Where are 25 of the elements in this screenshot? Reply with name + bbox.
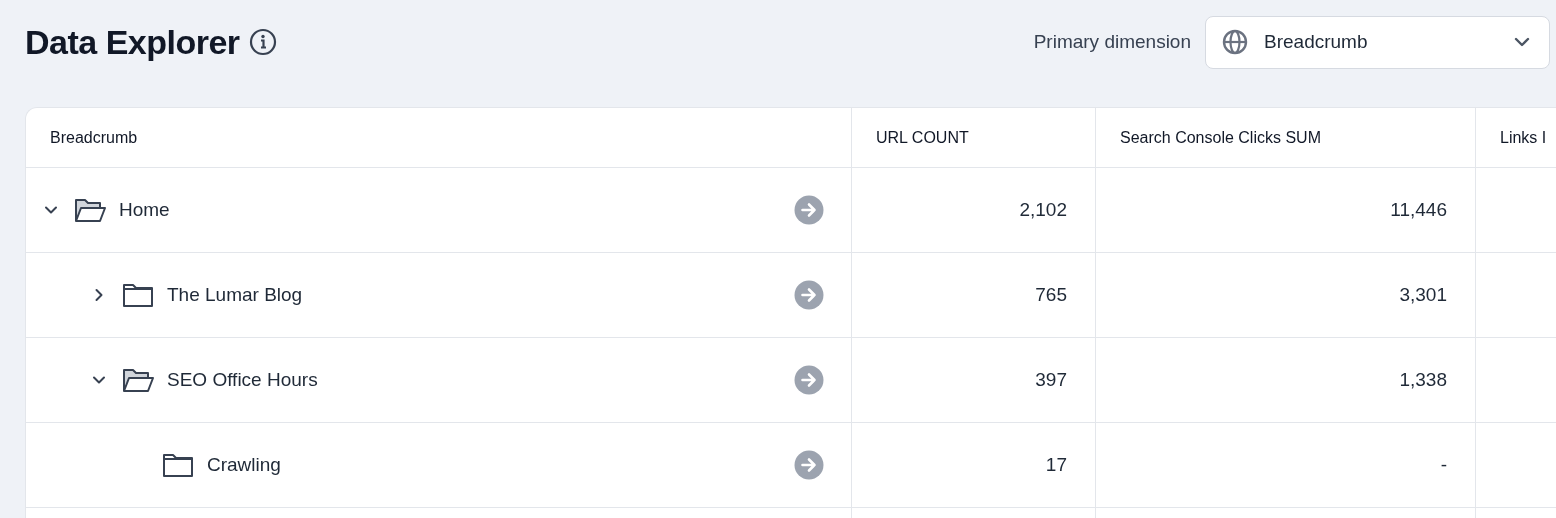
open-folder-icon bbox=[73, 197, 107, 223]
info-icon[interactable] bbox=[248, 28, 277, 56]
table-cell: 17 bbox=[1045, 454, 1067, 476]
column-header[interactable]: Breadcrumb bbox=[50, 128, 138, 147]
table-cell: 11,446 bbox=[1390, 199, 1447, 221]
table-cell: 765 bbox=[1035, 284, 1067, 306]
column-header[interactable]: URL COUNT bbox=[876, 128, 969, 147]
globe-icon bbox=[1222, 29, 1248, 55]
table-cell: 1,338 bbox=[1399, 369, 1447, 391]
page-title: Data Explorer bbox=[25, 22, 240, 62]
table-cell: - bbox=[1440, 454, 1447, 476]
table-cell: 3,301 bbox=[1399, 284, 1447, 306]
column-header[interactable]: Search Console Clicks SUM bbox=[1120, 128, 1321, 147]
open-folder-icon bbox=[121, 367, 155, 393]
table-cell: 397 bbox=[1035, 369, 1067, 391]
breadcrumb-name[interactable]: Crawling bbox=[207, 454, 794, 476]
table-cell: 2,102 bbox=[1019, 199, 1067, 221]
dimension-label: Primary dimension bbox=[1033, 31, 1191, 53]
folder-icon bbox=[121, 282, 155, 308]
breadcrumb-name[interactable]: SEO Office Hours bbox=[167, 369, 794, 391]
dimension-dropdown[interactable]: Breadcrumb bbox=[1205, 15, 1550, 69]
breadcrumb-name[interactable]: Home bbox=[119, 199, 794, 221]
folder-icon bbox=[161, 452, 195, 478]
breadcrumb-name[interactable]: The Lumar Blog bbox=[167, 284, 794, 306]
column-header[interactable]: Links I bbox=[1500, 128, 1547, 147]
